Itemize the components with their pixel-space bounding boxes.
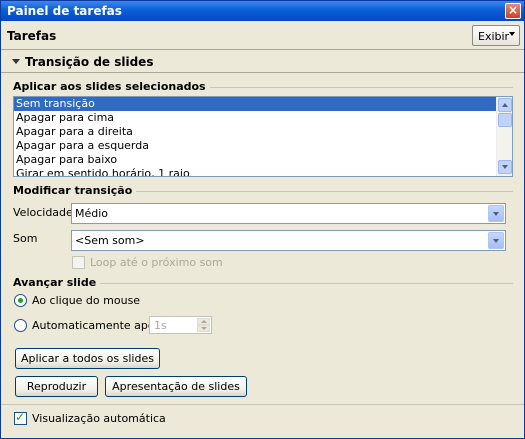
transition-listbox[interactable]: Sem transição Apagar para cima Apagar pa… <box>13 96 513 177</box>
speed-value: Médio <box>75 207 109 220</box>
auto-preview-label: Visualização automática <box>32 412 166 425</box>
spin-down-button[interactable] <box>197 325 210 332</box>
speed-dropdown-button[interactable] <box>488 205 504 222</box>
auto-advance-time-value: 1s <box>154 319 167 332</box>
speed-combo[interactable]: Médio <box>71 203 506 224</box>
pane-title: Transição de slides <box>25 55 154 69</box>
window-title: Painel de tarefas <box>7 4 122 18</box>
advance-section-label: Avançar slide <box>13 276 101 289</box>
on-click-radio[interactable] <box>14 294 27 307</box>
title-bar[interactable]: Painel de tarefas × <box>1 1 524 21</box>
list-item[interactable]: Apagar para baixo <box>14 153 498 167</box>
close-icon[interactable]: × <box>505 3 521 19</box>
list-item[interactable]: Apagar para a esquerda <box>14 139 498 153</box>
apply-section-label: Aplicar aos slides selecionados <box>13 80 210 93</box>
arrow-down-icon <box>502 165 508 169</box>
loop-label: Loop até o próximo som <box>90 256 223 269</box>
scroll-thumb[interactable] <box>498 113 512 127</box>
sound-label: Som <box>13 232 38 245</box>
arrow-down-icon <box>201 327 207 330</box>
auto-advance-label: Automaticamente após <box>32 319 161 332</box>
modify-section-label: Modificar transição <box>13 184 137 197</box>
list-item[interactable]: Apagar para a direita <box>14 125 498 139</box>
apply-all-slides-button[interactable]: Aplicar a todos os slides <box>15 348 160 369</box>
slideshow-button[interactable]: Apresentação de slides <box>105 376 247 397</box>
scroll-up-button[interactable] <box>498 98 512 112</box>
on-click-label: Ao clique do mouse <box>32 294 141 307</box>
tasks-bar: Tarefas Exibir <box>1 21 524 50</box>
arrow-up-icon <box>201 320 207 323</box>
sound-combo[interactable]: <Sem som> <box>71 230 506 251</box>
list-item[interactable]: Girar em sentido horário, 1 raio <box>14 167 498 176</box>
sound-dropdown-button[interactable] <box>488 232 504 249</box>
arrow-up-icon <box>502 103 508 107</box>
chevron-down-icon <box>509 32 515 36</box>
list-item[interactable]: Sem transição <box>14 97 498 111</box>
speed-label: Velocidade <box>13 206 73 219</box>
bottom-divider <box>1 404 524 405</box>
play-button[interactable]: Reproduzir <box>15 376 98 397</box>
view-menu-label: Exibir <box>478 30 510 43</box>
tasks-label: Tarefas <box>7 29 57 43</box>
view-menu-button[interactable]: Exibir <box>472 25 520 46</box>
list-item[interactable]: Apagar para cima <box>14 111 498 125</box>
transition-list: Sem transição Apagar para cima Apagar pa… <box>14 97 498 176</box>
chevron-down-icon <box>493 212 499 216</box>
check-icon: ✓ <box>15 410 26 424</box>
auto-advance-time-field[interactable]: 1s <box>149 316 212 334</box>
task-pane-window: Painel de tarefas × Tarefas Exibir Trans… <box>0 0 525 439</box>
collapse-triangle-icon[interactable] <box>12 59 20 64</box>
listbox-scrollbar[interactable] <box>496 97 512 176</box>
loop-checkbox[interactable] <box>72 256 85 269</box>
spin-up-button[interactable] <box>197 318 210 325</box>
auto-advance-radio[interactable] <box>14 319 27 332</box>
auto-preview-checkbox[interactable]: ✓ <box>14 410 27 425</box>
sound-value: <Sem som> <box>75 234 145 247</box>
pane-header[interactable]: Transição de slides <box>1 51 524 73</box>
scroll-down-button[interactable] <box>498 160 512 174</box>
radio-selected-dot <box>18 298 23 303</box>
chevron-down-icon <box>493 239 499 243</box>
